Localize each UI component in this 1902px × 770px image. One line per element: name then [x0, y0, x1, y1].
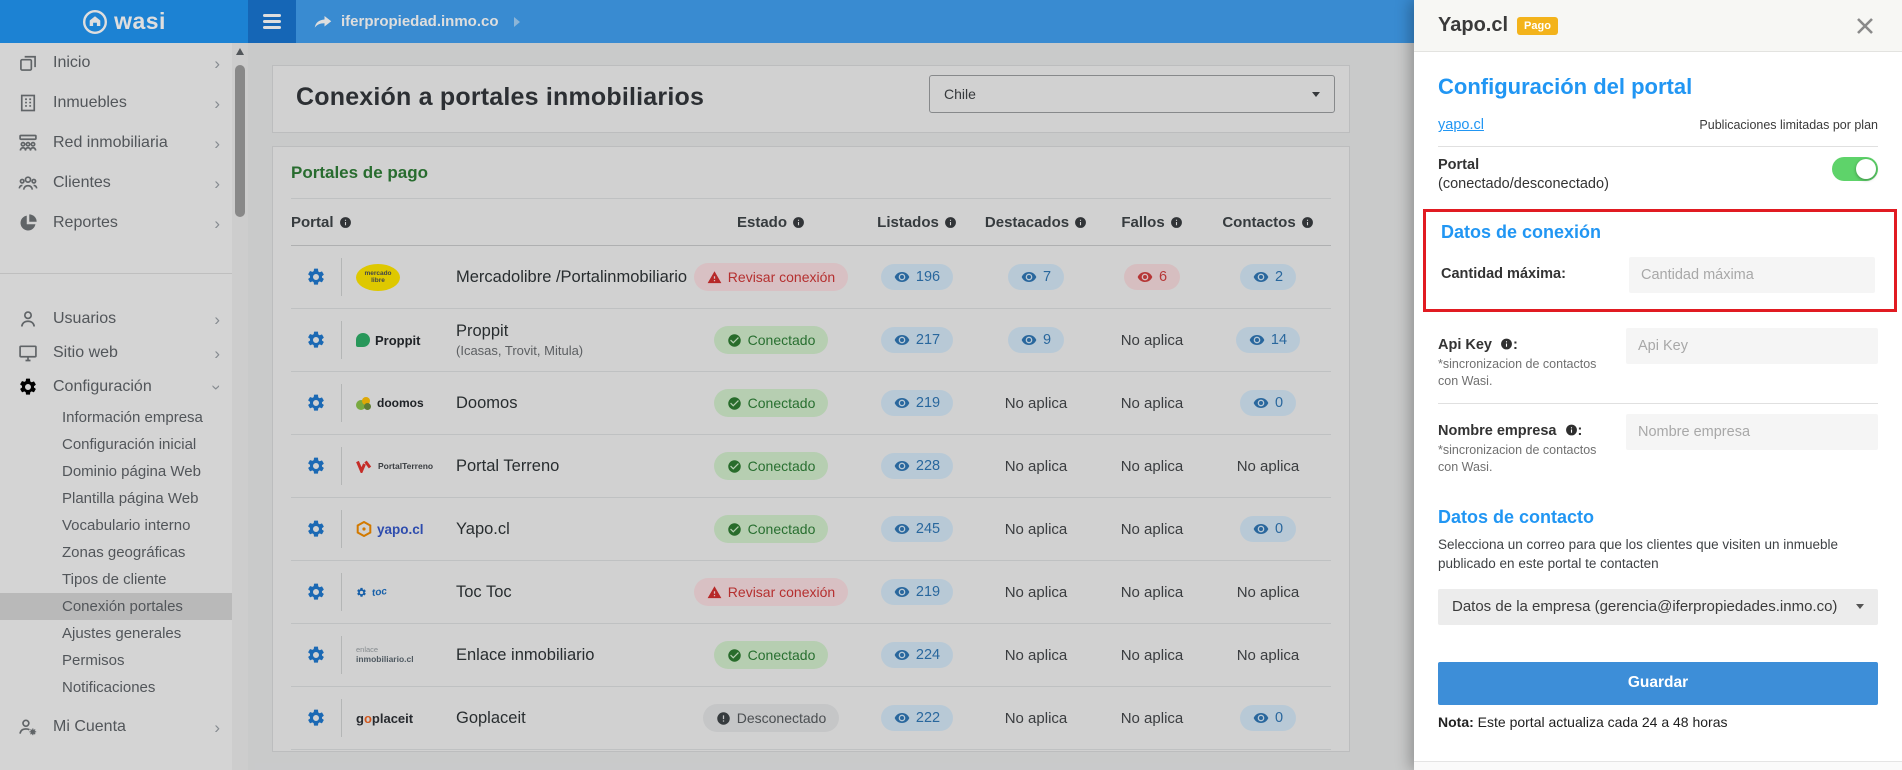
portal-config-title: Configuración del portal [1438, 74, 1693, 99]
panel-title: Yapo.cl [1438, 14, 1509, 36]
panel-footer-strip [1414, 761, 1902, 770]
connection-data-title: Datos de conexión [1441, 222, 1602, 242]
portal-toggle-label: Portal [1438, 157, 1480, 173]
info-icon[interactable] [1500, 337, 1513, 350]
info-icon[interactable] [1565, 423, 1578, 436]
company-name-input[interactable] [1626, 413, 1878, 450]
panel-header: Yapo.cl Pago [1414, 0, 1902, 52]
api-key-note: *sincronizacion de contactos con Wasi. [1438, 357, 1597, 388]
api-key-input[interactable] [1626, 328, 1878, 364]
contact-email-select-value: Datos de la empresa (gerencia@iferpropie… [1452, 598, 1838, 616]
save-button[interactable]: Guardar [1438, 661, 1878, 705]
contact-email-select[interactable]: Datos de la empresa (gerencia@iferpropie… [1438, 588, 1878, 625]
portal-toggle-sublabel: (conectado/desconectado) [1438, 176, 1609, 192]
portal-connected-toggle[interactable] [1832, 157, 1878, 181]
contact-description: Selecciona un correo para que los client… [1438, 536, 1838, 571]
company-name-note: *sincronizacion de contactos con Wasi. [1438, 442, 1597, 474]
annotation-highlight-box: Datos de conexión Cantidad máxima: [1423, 209, 1897, 312]
portal-config-panel: Yapo.cl Pago Configuración del portal ya… [1414, 0, 1902, 770]
close-button[interactable] [1852, 13, 1878, 39]
plan-limit-note: Publicaciones limitadas por plan [1699, 118, 1878, 132]
company-name-label: Nombre empresa : *sincronizacion de cont… [1438, 414, 1616, 476]
panel-divider [1438, 146, 1878, 147]
close-icon [1857, 17, 1873, 34]
panel-body: Configuración del portal yapo.cl Publica… [1414, 74, 1902, 730]
portal-link[interactable]: yapo.cl [1438, 117, 1484, 133]
api-key-label: Api Key : *sincronizacion de contactos c… [1438, 328, 1616, 390]
select-caret-icon [1856, 604, 1864, 610]
contact-data-title: Datos de contacto [1438, 506, 1595, 527]
max-quantity-label: Cantidad máxima: [1441, 266, 1566, 282]
update-note: Nota: Este portal actualiza cada 24 a 48… [1438, 713, 1728, 730]
max-quantity-input[interactable] [1629, 257, 1875, 293]
panel-divider [1438, 402, 1878, 404]
modal-overlay[interactable] [0, 0, 1414, 770]
pago-badge: Pago [1517, 16, 1558, 35]
